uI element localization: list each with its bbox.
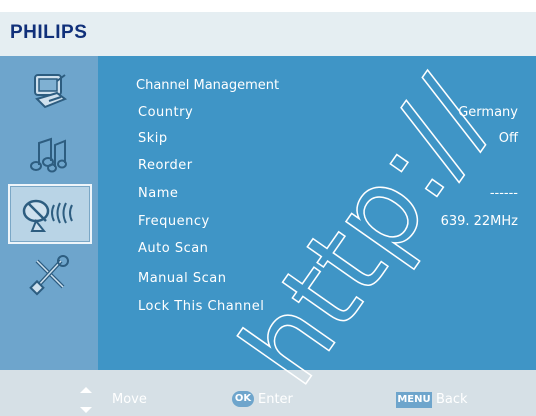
menu-row-name[interactable]: Name ------ [98,182,536,208]
music-notes-icon [30,137,67,173]
menu-row-label: Frequency [138,214,210,229]
brand-logo: PHILIPS [10,22,88,43]
menu-row-value: Germany [458,105,518,120]
sidebar [0,56,98,370]
footer-hints: Move OK Enter MENU Back [0,370,536,416]
menu-row-auto-scan[interactable]: Auto Scan [98,237,536,263]
sidebar-item-channel[interactable] [8,184,92,244]
ok-key-icon: OK [232,391,254,407]
satellite-dish-icon [22,199,73,232]
menu-row-label: Skip [138,131,168,146]
menu-row-frequency[interactable]: Frequency 639. 22MHz [98,210,536,236]
menu-row-value: 639. 22MHz [440,214,518,229]
tools-icon [29,255,69,296]
menu-row-country[interactable]: Country Germany [98,101,536,127]
enter-hint: Enter [258,392,293,407]
sidebar-item-picture[interactable] [8,62,92,122]
sidebar-item-sound[interactable] [8,124,92,184]
menu-row-value: ------ [489,186,518,201]
menu-row-label: Reorder [138,158,193,173]
menu-row-label: Manual Scan [138,271,227,286]
menu-row-value: Off [498,131,518,146]
menu-row-reorder[interactable]: Reorder [98,154,536,180]
menu-key-icon: MENU [396,392,432,408]
menu-row-label: Auto Scan [138,241,209,256]
menu-row-label: Lock This Channel [138,299,265,314]
move-hint: Move [112,392,147,407]
menu-row-manual-scan[interactable]: Manual Scan [98,267,536,293]
menu-row-lock-this-channel[interactable]: Lock This Channel [98,295,536,321]
menu-title: Channel Management [136,78,280,93]
sidebar-item-setup[interactable] [8,246,92,306]
back-hint: Back [436,392,468,407]
channel-management-panel: Channel Management Country Germany Skip … [98,56,536,370]
menu-row-label: Name [138,186,179,201]
menu-row-label: Country [138,105,194,120]
tv-settings-icon [34,74,68,109]
up-down-arrows-icon [80,387,92,413]
menu-row-skip[interactable]: Skip Off [98,127,536,153]
